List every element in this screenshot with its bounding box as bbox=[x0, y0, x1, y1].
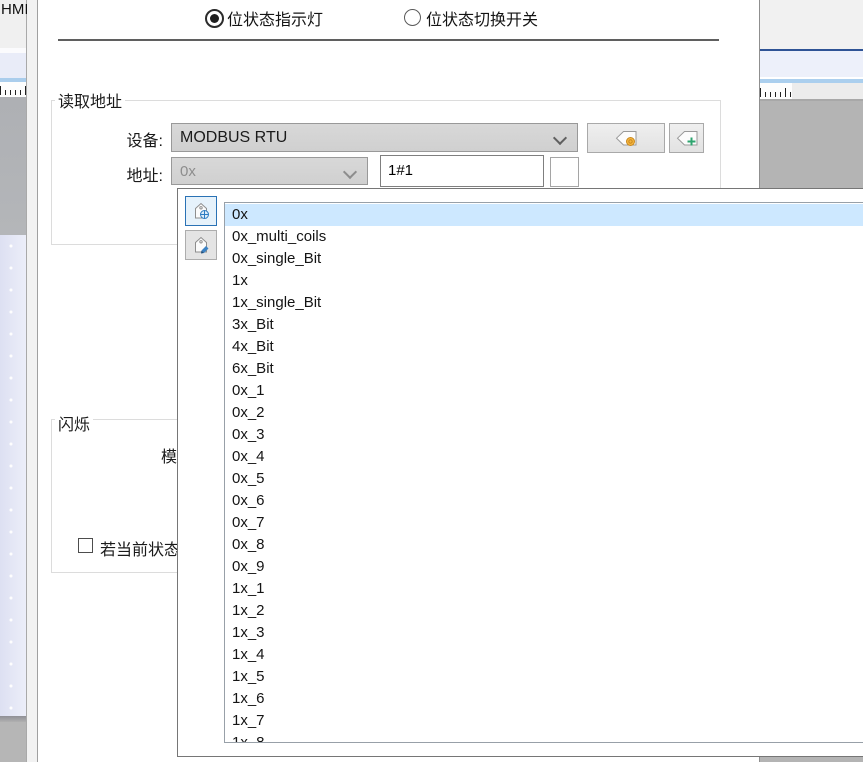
dropdown-item[interactable]: 1x_7 bbox=[225, 710, 863, 732]
dropdown-item[interactable]: 0x_9 bbox=[225, 556, 863, 578]
divider-line bbox=[760, 99, 863, 101]
dropdown-item[interactable]: 0x_5 bbox=[225, 468, 863, 490]
address-label: 地址: bbox=[95, 162, 163, 186]
blink-mode-label: 模 bbox=[161, 443, 177, 467]
dropdown-item[interactable]: 0x bbox=[225, 204, 863, 226]
dropdown-item[interactable]: 1x_1 bbox=[225, 578, 863, 600]
device-combobox-value: MODBUS RTU bbox=[180, 129, 287, 147]
dropdown-item[interactable]: 1x_4 bbox=[225, 644, 863, 666]
dropdown-item[interactable]: 0x_3 bbox=[225, 424, 863, 446]
dropdown-item[interactable]: 1x_6 bbox=[225, 688, 863, 710]
chevron-down-icon bbox=[553, 131, 567, 145]
canvas-gray bbox=[0, 722, 26, 762]
dropdown-item[interactable]: 1x_5 bbox=[225, 666, 863, 688]
tag-globe-icon bbox=[192, 202, 210, 220]
address-tag-edit-button[interactable] bbox=[185, 230, 217, 260]
dropdown-item[interactable]: 4x_Bit bbox=[225, 336, 863, 358]
device-label: 设备: bbox=[95, 127, 163, 151]
background-left-strip: HMI bbox=[0, 0, 27, 762]
dropdown-item[interactable]: 1x_8 bbox=[225, 732, 863, 743]
address-extra-input[interactable] bbox=[550, 157, 579, 187]
dropdown-item[interactable]: 0x_1 bbox=[225, 380, 863, 402]
dropdown-item[interactable]: 1x_2 bbox=[225, 600, 863, 622]
ruler-ticks bbox=[0, 85, 26, 95]
tag-settings-button[interactable] bbox=[587, 123, 665, 153]
radio-bit-lamp-label: 位状态指示灯 bbox=[227, 6, 323, 30]
address-combobox-value: 0x bbox=[180, 163, 196, 180]
address-dropdown-popup: 0x0x_multi_coils0x_single_Bit1x1x_single… bbox=[177, 188, 863, 757]
tag-add-button[interactable] bbox=[669, 123, 704, 153]
radio-bit-switch[interactable] bbox=[404, 9, 421, 26]
tag-orange-icon bbox=[614, 130, 638, 147]
background-gutter bbox=[27, 0, 37, 762]
radio-bit-lamp[interactable] bbox=[205, 9, 224, 28]
toolbar-band bbox=[760, 51, 863, 77]
tag-plus-icon bbox=[675, 130, 699, 147]
dropdown-item[interactable]: 1x_single_Bit bbox=[225, 292, 863, 314]
horizontal-ruler bbox=[0, 82, 26, 97]
dropdown-item[interactable]: 3x_Bit bbox=[225, 314, 863, 336]
address-combobox[interactable]: 0x bbox=[171, 157, 368, 185]
dropdown-item[interactable]: 1x_3 bbox=[225, 622, 863, 644]
dropdown-item[interactable]: 0x_single_Bit bbox=[225, 248, 863, 270]
dropdown-item[interactable]: 1x bbox=[225, 270, 863, 292]
tag-pencil-icon bbox=[192, 236, 210, 254]
dropdown-item[interactable]: 0x_6 bbox=[225, 490, 863, 512]
address-dropdown-list[interactable]: 0x0x_multi_coils0x_single_Bit1x1x_single… bbox=[224, 202, 863, 743]
toolbar-band bbox=[0, 53, 26, 78]
dropdown-item[interactable]: 0x_multi_coils bbox=[225, 226, 863, 248]
dropdown-item[interactable]: 6x_Bit bbox=[225, 358, 863, 380]
chevron-down-icon bbox=[343, 165, 357, 179]
side-panel bbox=[0, 235, 26, 716]
ruler-origin-patch bbox=[760, 83, 792, 99]
address-offset-value: 1#1 bbox=[388, 162, 413, 179]
horizontal-ruler bbox=[760, 83, 863, 99]
device-combobox[interactable]: MODBUS RTU bbox=[171, 123, 578, 152]
read-address-group-title: 读取地址 bbox=[55, 88, 125, 112]
canvas-gray bbox=[0, 97, 26, 235]
blink-state-checkbox[interactable] bbox=[78, 538, 93, 553]
screen: HMI 位状态指示灯 位状态切换开关 读取地址 设备: MO bbox=[0, 0, 863, 762]
dropdown-item[interactable]: 0x_8 bbox=[225, 534, 863, 556]
dropdown-item[interactable]: 0x_2 bbox=[225, 402, 863, 424]
blink-state-checkbox-label: 若当前状态 bbox=[100, 536, 180, 560]
separator-line bbox=[58, 39, 719, 41]
address-offset-input[interactable]: 1#1 bbox=[380, 155, 544, 187]
background-tab-label: HMI bbox=[1, 1, 29, 18]
dropdown-item[interactable]: 0x_4 bbox=[225, 446, 863, 468]
toolbar-band bbox=[760, 0, 863, 49]
ruler-ticks bbox=[760, 87, 792, 97]
address-tag-library-button[interactable] bbox=[185, 196, 217, 226]
blink-group-title: 闪烁 bbox=[55, 411, 93, 435]
radio-bit-switch-label: 位状态切换开关 bbox=[426, 6, 538, 30]
dropdown-item[interactable]: 0x_7 bbox=[225, 512, 863, 534]
